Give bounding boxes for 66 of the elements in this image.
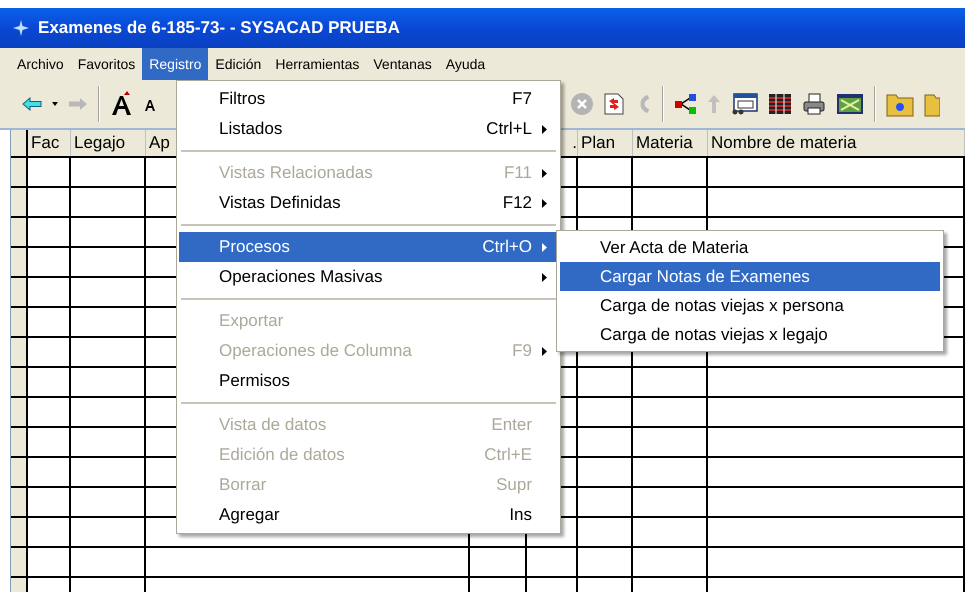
shortcut-text: Enter xyxy=(491,414,532,436)
shortcut-text: Ctrl+L xyxy=(486,118,532,140)
shortcut-text: Ctrl+E xyxy=(484,444,532,466)
submenu-arrow-icon xyxy=(542,242,547,252)
row-header[interactable] xyxy=(11,548,28,576)
submenu-arrow-icon xyxy=(542,168,547,178)
shortcut-text: Supr xyxy=(496,474,532,496)
submenu-arrow-icon xyxy=(542,198,547,208)
menu-item[interactable]: Vistas Definidas F12 xyxy=(179,188,558,218)
row-header[interactable] xyxy=(11,488,28,516)
submenu-item[interactable]: Carga de notas viejas x legajo xyxy=(560,320,940,349)
column-header[interactable]: Ap xyxy=(149,130,170,156)
shortcut-text: F7 xyxy=(512,88,532,110)
window-title: Examenes de 6-185-73- - SYSACAD PRUEBA xyxy=(38,17,400,40)
shortcut-text: F12 xyxy=(502,192,532,214)
row-header[interactable] xyxy=(11,398,28,426)
menu-item[interactable]: Listados Ctrl+L xyxy=(179,114,558,144)
column-header[interactable]: Nombre de materia xyxy=(711,130,857,156)
column-header[interactable]: Fac xyxy=(31,130,60,156)
shortcut-text: Ins xyxy=(509,504,532,526)
menu-item[interactable]: Procesos Ctrl+O xyxy=(179,232,558,262)
menu-item[interactable]: Operaciones Masivas xyxy=(179,262,558,292)
row-header[interactable] xyxy=(11,458,28,486)
submenu-arrow-icon xyxy=(542,272,547,282)
refresh-page-icon[interactable] xyxy=(604,93,624,115)
font-larger-icon[interactable] xyxy=(110,91,134,117)
menu-bar-item[interactable]: Registro xyxy=(142,48,208,80)
tree-diagram-icon[interactable] xyxy=(674,93,698,115)
submenu-arrow-icon xyxy=(542,346,547,356)
row-header[interactable] xyxy=(11,338,28,366)
row-header[interactable] xyxy=(11,518,28,546)
row-header[interactable] xyxy=(11,308,28,336)
font-smaller-icon[interactable] xyxy=(144,97,156,111)
column-header[interactable]: Legajo xyxy=(74,130,126,156)
printer-icon[interactable] xyxy=(802,93,826,115)
menu-bar-item[interactable]: Favoritos xyxy=(70,48,142,80)
menu-item[interactable]: Permisos xyxy=(179,366,558,396)
back-arrow-icon[interactable] xyxy=(22,97,42,111)
row-header[interactable] xyxy=(11,368,28,396)
menu-bar-item[interactable]: Archivo xyxy=(10,48,71,80)
row-header[interactable] xyxy=(11,218,28,246)
shortcut-text: F11 xyxy=(504,162,532,184)
shortcut-text: F9 xyxy=(512,340,532,362)
row-header[interactable] xyxy=(11,428,28,456)
submenu-arrow-icon xyxy=(542,124,547,134)
row-header[interactable] xyxy=(11,248,28,276)
menu-bar-item[interactable]: Ventanas xyxy=(366,48,439,80)
card-form-icon[interactable] xyxy=(730,93,758,115)
column-header[interactable]: Materia xyxy=(636,130,693,156)
menu-item[interactable]: Agregar Ins xyxy=(179,500,558,530)
menu-bar-item[interactable]: Herramientas xyxy=(268,48,366,80)
menu-bar-item[interactable]: Edición xyxy=(208,48,268,80)
shortcut-text: Ctrl+O xyxy=(482,236,532,258)
submenu-item[interactable]: Ver Acta de Materia xyxy=(560,233,940,262)
column-header[interactable]: . xyxy=(572,130,577,156)
row-header[interactable] xyxy=(11,188,28,216)
row-header[interactable] xyxy=(11,278,28,306)
menu-bar-item[interactable]: Ayuda xyxy=(438,48,492,80)
app-star-icon xyxy=(12,19,30,37)
table-rows-icon[interactable] xyxy=(768,93,792,115)
dropdown-caret-icon[interactable] xyxy=(52,102,58,106)
submenu-item[interactable]: Carga de notas viejas x persona xyxy=(560,291,940,320)
column-header[interactable]: Plan xyxy=(581,130,616,156)
row-header[interactable] xyxy=(11,158,28,186)
spreadsheet-icon[interactable] xyxy=(836,93,864,115)
submenu-item[interactable]: Cargar Notas de Examenes xyxy=(560,262,940,291)
